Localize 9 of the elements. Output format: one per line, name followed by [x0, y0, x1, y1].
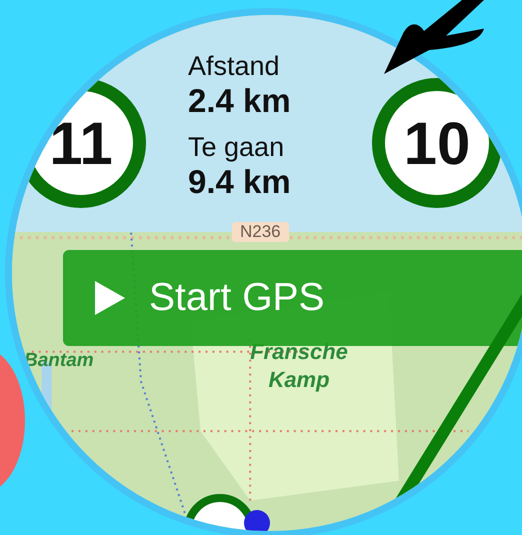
place-label: Bantam: [24, 350, 94, 372]
stat-value: 2.4 km: [188, 82, 292, 120]
stat-label: Afstand: [188, 51, 281, 82]
stat-label: Te gaan: [188, 132, 286, 163]
waypoint-marker[interactable]: 10: [372, 78, 502, 208]
arrow-icon: [384, 0, 484, 74]
play-icon: [95, 281, 125, 315]
stat-value: 9.4 km: [188, 163, 292, 201]
road-label: N236: [232, 222, 289, 242]
